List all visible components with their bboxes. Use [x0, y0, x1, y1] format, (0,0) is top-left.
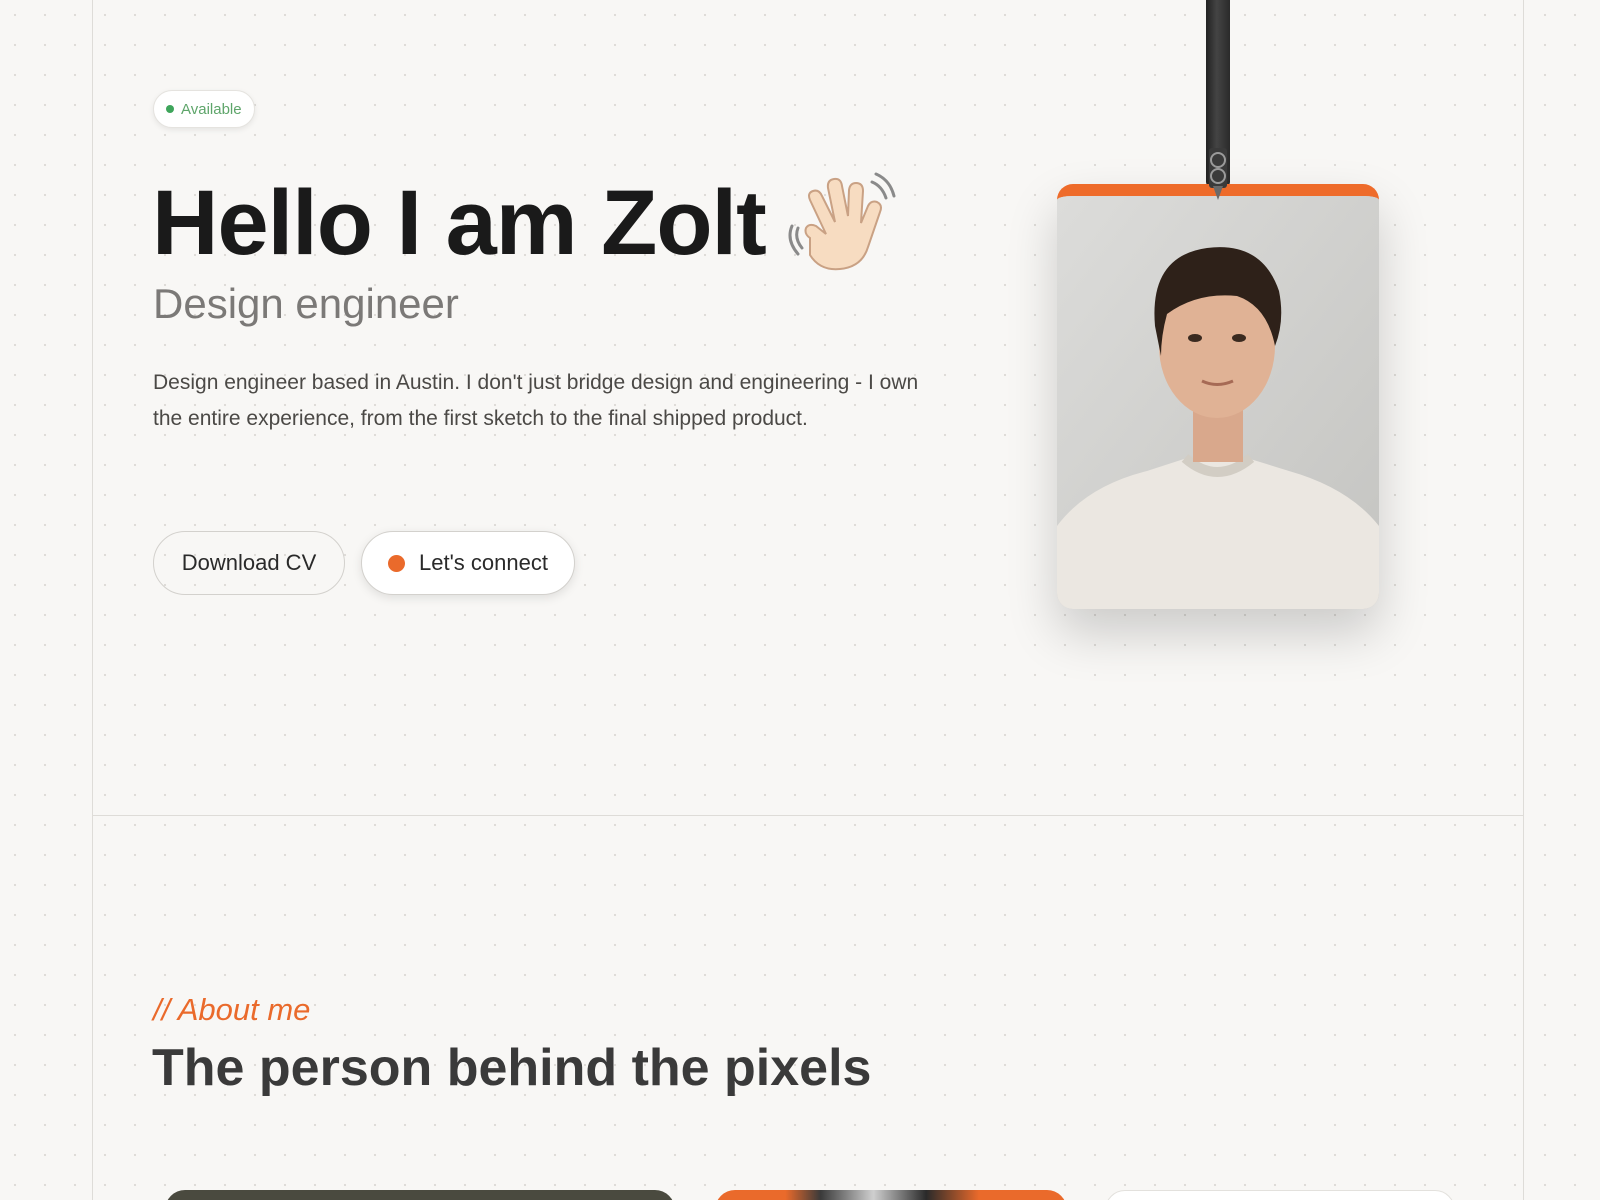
about-card-3[interactable] [1105, 1190, 1455, 1200]
hero-subtitle: Design engineer [153, 280, 459, 327]
connect-button[interactable]: Let's connect [361, 531, 575, 595]
section-divider [92, 815, 1524, 816]
status-dot-icon [166, 105, 174, 113]
status-badge: Available [153, 90, 255, 128]
about-card-2[interactable] [715, 1190, 1067, 1200]
hero-title-row: Hello I am Zolt [152, 168, 898, 278]
connect-label: Let's connect [419, 550, 548, 575]
status-badge-label: Available [181, 100, 242, 118]
about-section-label: // About me [153, 992, 311, 1027]
hero-intro-text: Design engineer based in Austin. I don't… [153, 371, 919, 430]
download-cv-button[interactable]: Download CV [153, 531, 345, 595]
waving-hand-icon [788, 168, 898, 278]
download-cv-label: Download CV [181, 550, 317, 575]
id-badge-card[interactable] [1057, 184, 1379, 609]
connect-dot-icon [388, 554, 406, 572]
about-section-title: The person behind the pixels [152, 1039, 872, 1097]
badge-clip-icon [1209, 148, 1227, 200]
page-title: Hello I am Zolt [152, 171, 767, 274]
portrait-photo [1057, 196, 1379, 609]
about-card-1[interactable] [165, 1190, 675, 1200]
